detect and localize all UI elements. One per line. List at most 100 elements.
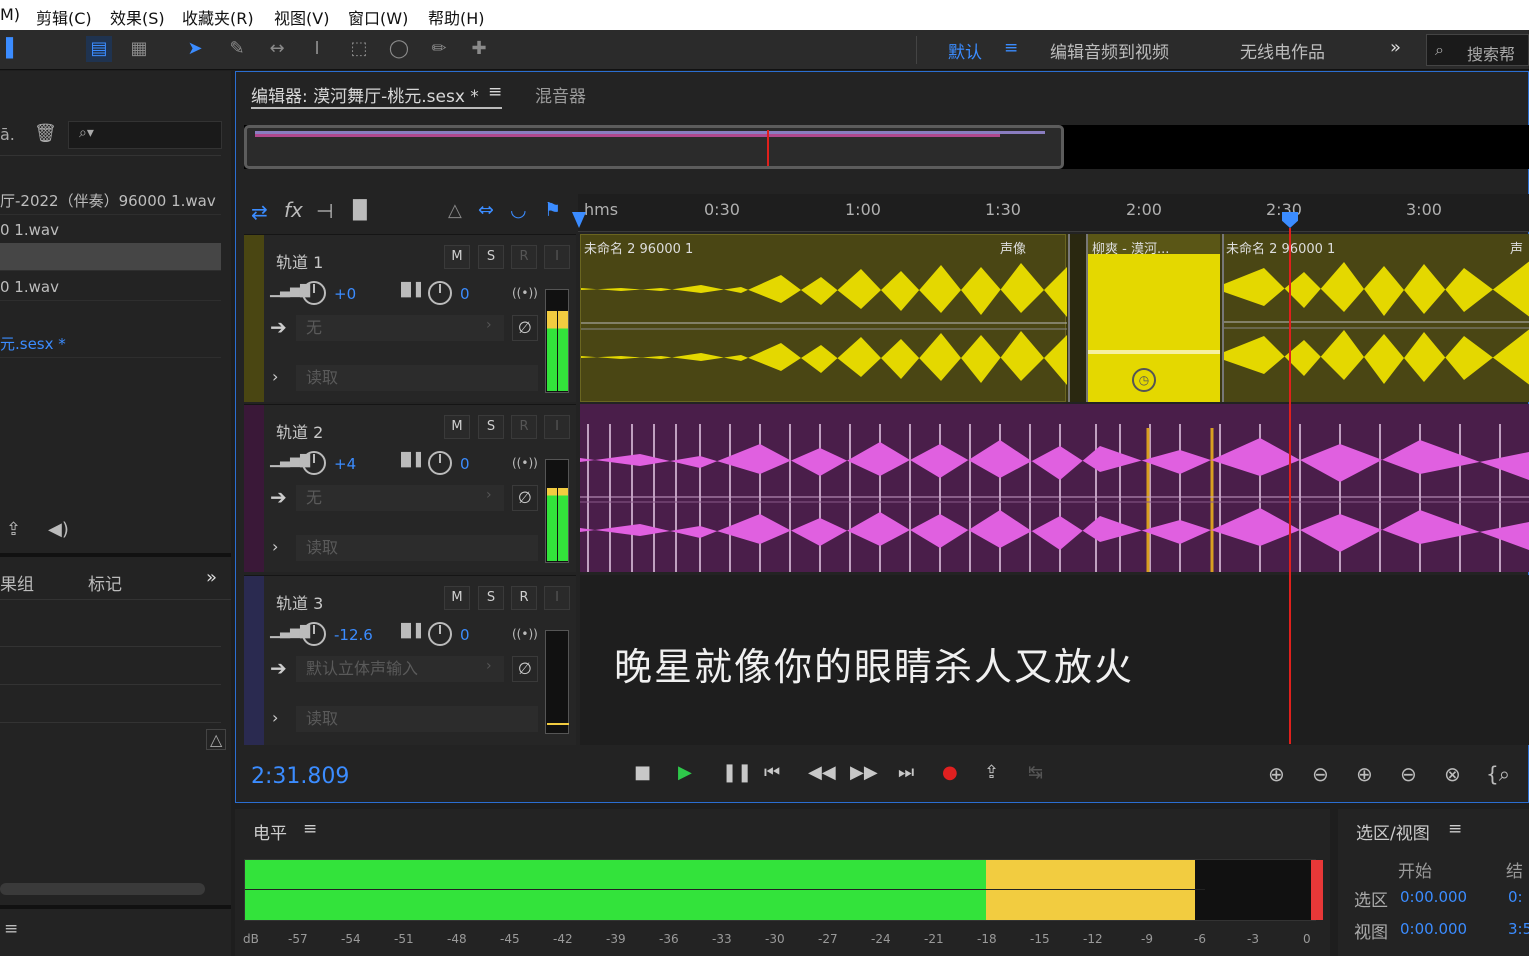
expand-chevron-icon[interactable]: › — [272, 708, 278, 727]
view-end-value[interactable]: 3:5 — [1508, 920, 1529, 938]
editor-menu-icon[interactable]: ≡ — [488, 82, 502, 102]
track-name[interactable]: 轨道 1 — [276, 249, 323, 273]
volume-value[interactable]: -12.6 — [334, 626, 373, 644]
razor-tool-icon[interactable]: ✎ — [224, 36, 250, 62]
healing-icon[interactable]: ✚ — [466, 36, 492, 62]
export-icon[interactable]: ⇪ — [6, 519, 21, 540]
pan-knob[interactable] — [428, 281, 452, 305]
phase-invert-icon[interactable]: ∅ — [512, 315, 538, 341]
audio-clip[interactable] — [1222, 234, 1529, 402]
go-to-start-button[interactable]: ⏮ — [764, 762, 780, 783]
session-file-item[interactable]: 元.sesx * — [0, 330, 221, 358]
zoom-full-icon[interactable]: ⊗ — [1444, 762, 1461, 786]
panel-menu-icon[interactable]: ≡ — [303, 819, 317, 839]
workspace-menu-icon[interactable]: ≡ — [1004, 38, 1018, 58]
tab-effects-group[interactable]: 果组 — [0, 570, 34, 595]
input-monitor-button[interactable]: I — [544, 415, 570, 439]
marker-icon[interactable]: ⚑ — [544, 199, 561, 221]
zoom-out-time-icon[interactable]: ⊖ — [1400, 762, 1417, 786]
files-search-input[interactable]: ⌕▾ — [68, 121, 222, 149]
input-monitor-button[interactable]: I — [544, 586, 570, 610]
record-arm-button[interactable]: R — [511, 245, 537, 269]
pan-value[interactable]: 0 — [460, 285, 470, 303]
menu-effects[interactable]: 效果(S) — [110, 5, 165, 29]
file-item[interactable]: 厅-2022（伴奏）96000 1.wav — [0, 187, 221, 215]
sends-icon[interactable]: ⊣ — [316, 199, 333, 223]
clip-pan-label[interactable]: 声像 — [1000, 238, 1026, 257]
volume-knob[interactable] — [302, 281, 326, 305]
input-monitor-button[interactable]: I — [544, 245, 570, 269]
files-icon[interactable]: ▌ — [0, 36, 26, 62]
menu-multitrack[interactable]: M) — [0, 5, 20, 24]
automation-mode-select[interactable]: 读取 — [296, 365, 538, 391]
input-select[interactable]: 无 — [296, 315, 504, 341]
slip-tool-icon[interactable]: ↔ — [264, 36, 290, 62]
tab-mixer[interactable]: 混音器 — [535, 82, 586, 107]
rewind-button[interactable]: ◀◀ — [808, 762, 836, 783]
move-tool-icon[interactable]: ➤ — [182, 36, 208, 62]
pan-value[interactable]: 0 — [460, 455, 470, 473]
waveform-view-icon[interactable]: ▤ — [86, 36, 112, 62]
pan-knob[interactable] — [428, 622, 452, 646]
play-button[interactable]: ▶ — [678, 762, 692, 783]
mute-button[interactable]: M — [444, 415, 470, 439]
record-arm-button[interactable]: R — [511, 586, 537, 610]
clip-pan-label[interactable]: 声 — [1510, 238, 1523, 257]
solo-button[interactable]: S — [478, 586, 504, 610]
selection-start-value[interactable]: 0:00.000 — [1400, 888, 1467, 906]
stereo-icon[interactable]: ((•)) — [512, 286, 538, 300]
track-lane-1[interactable]: 未命名 2 96000 1 声像 ◷ 柳爽 - 漠河... 未命名 2 9600… — [580, 234, 1529, 402]
delete-icon[interactable]: 🗑 — [34, 123, 57, 144]
audio-clip[interactable]: ◷ — [1088, 234, 1220, 402]
input-select[interactable]: 无 — [296, 485, 504, 511]
track-lane-2[interactable] — [580, 404, 1529, 572]
volume-value[interactable]: +4 — [334, 455, 356, 473]
view-start-value[interactable]: 0:00.000 — [1400, 920, 1467, 938]
panel-menu-icon[interactable]: ≡ — [1448, 819, 1462, 839]
snap-icon[interactable]: ⇔ — [478, 199, 494, 221]
go-to-end-button[interactable]: ⏭ — [898, 762, 914, 783]
lasso-icon[interactable]: ◯ — [386, 36, 412, 62]
menu-favorites[interactable]: 收藏夹(R) — [182, 5, 254, 29]
workspace-edit-video[interactable]: 编辑音频到视频 — [1050, 38, 1169, 63]
volume-knob[interactable] — [302, 622, 326, 646]
solo-button[interactable]: S — [478, 245, 504, 269]
eq-icon[interactable]: ▐▌ — [346, 200, 374, 221]
fx-icon[interactable]: fx — [284, 198, 303, 222]
volume-value[interactable]: +0 — [334, 285, 356, 303]
automation-mode-select[interactable]: 读取 — [296, 706, 538, 732]
preview-volume-icon[interactable]: ◀) — [48, 519, 69, 540]
pan-knob[interactable] — [428, 451, 452, 475]
metronome-icon[interactable]: △ — [206, 729, 227, 750]
phase-invert-icon[interactable]: ∅ — [512, 485, 538, 511]
zoom-out-amplitude-icon[interactable]: ⊖ — [1312, 762, 1329, 786]
file-item[interactable]: 0 1.wav — [0, 216, 221, 244]
phase-invert-icon[interactable]: ∅ — [512, 656, 538, 682]
loop-button[interactable]: ⇪ — [984, 762, 999, 783]
playhead[interactable] — [1289, 228, 1291, 744]
menu-clip[interactable]: 剪辑(C) — [36, 5, 92, 29]
stereo-icon[interactable]: ((•)) — [512, 456, 538, 470]
menu-help[interactable]: 帮助(H) — [428, 5, 485, 29]
mute-button[interactable]: M — [444, 245, 470, 269]
panel-menu-icon[interactable]: ≡ — [4, 919, 18, 939]
input-select[interactable]: 默认立体声输入 — [296, 656, 504, 682]
file-item-selected[interactable] — [0, 243, 221, 271]
switch-icon[interactable]: ⇄ — [251, 200, 268, 224]
file-item[interactable]: 0 1.wav — [0, 273, 221, 301]
metronome-icon[interactable]: △ — [448, 200, 462, 221]
time-selection-icon[interactable]: I — [304, 36, 330, 62]
mute-button[interactable]: M — [444, 586, 470, 610]
stereo-icon[interactable]: ((•)) — [512, 627, 538, 641]
menu-view[interactable]: 视图(V) — [274, 5, 329, 29]
multitrack-view-icon[interactable]: ▦ — [126, 36, 152, 62]
expand-chevron-icon[interactable]: › — [272, 367, 278, 386]
skip-selection-button[interactable]: ↹ — [1028, 762, 1043, 783]
help-search-input[interactable]: ⌕ 搜索帮 — [1426, 34, 1529, 66]
audio-clip[interactable] — [580, 234, 1067, 402]
zoom-in-time-icon[interactable]: ⊕ — [1356, 762, 1373, 786]
more-tabs-icon[interactable]: » — [206, 567, 217, 588]
stretch-icon[interactable]: ◷ — [1132, 368, 1156, 392]
selection-end-value[interactable]: 0: — [1508, 888, 1523, 906]
solo-button[interactable]: S — [478, 415, 504, 439]
